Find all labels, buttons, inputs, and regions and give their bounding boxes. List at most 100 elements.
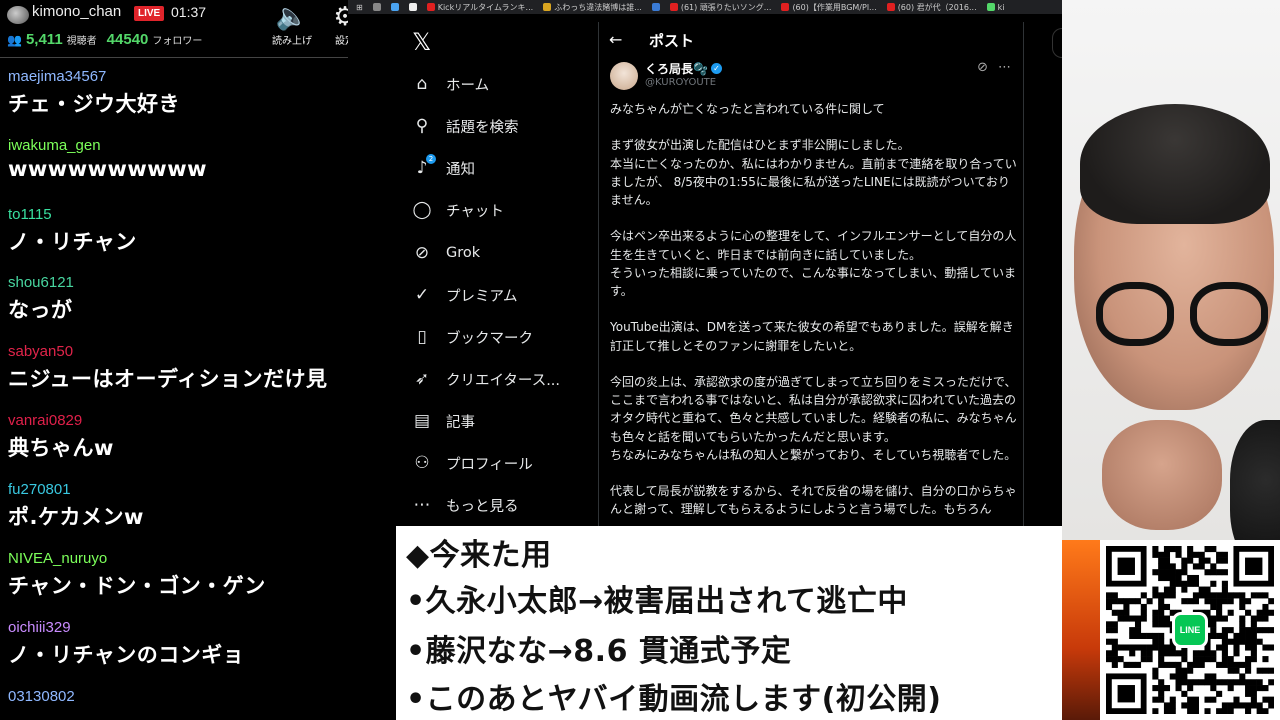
chat-text [8,708,348,720]
chat-username: maejima34567 [8,68,107,85]
gear-icon: ⚙ [333,2,348,32]
bookmark-item[interactable] [408,3,417,11]
creator-icon: ➶ [414,369,430,389]
bookmarks-bar: ⊞ Kickリアルタイムランキ... ふわっち違法賭博は誰... (61) 頑張… [348,0,1062,14]
chat-text: wwwwwwwwww [8,157,208,181]
line-logo-icon: LINE [1172,612,1208,648]
chat-username: iwakuma_gen [8,137,101,154]
chat-text: 典ちゃんw [8,436,114,460]
nav-articles[interactable]: ▤ 記事 [412,406,475,436]
chat-message: fu270801 ポ.ケカメンw [8,481,348,531]
nav-more[interactable]: ⋯ もっと見る [412,490,519,520]
right-column-search[interactable] [1052,28,1062,58]
read-aloud-button[interactable]: 🔈 読み上げ [272,2,312,47]
chat-text: なっが [8,298,73,322]
bookmark-item[interactable]: ふわっち違法賭博は誰... [543,2,642,13]
bookmark-item[interactable]: (61) 頑張りたいソング... [669,2,771,13]
chat-text: ポ.ケカメンw [8,505,144,529]
x-logo-icon[interactable]: 𝕏 [412,28,431,56]
bookmark-item[interactable] [372,3,381,11]
nav-creator-studio[interactable]: ➶ クリエイタース... [412,364,560,394]
post-paragraph: 代表して局長が説教をするから、それで反省の場を儲け、自分の口からちゃんと謝って、… [610,484,1017,517]
nav-chat[interactable]: ◯ チャット [412,195,503,225]
overlay-item: •久永小太郎→被害届出されて逃亡中 [406,584,908,619]
nav-explore[interactable]: ⚲ 話題を検索 [412,111,519,141]
chat-text: チャン・ドン・ゴン・ゲン [8,574,266,598]
back-arrow-icon[interactable]: ← [609,30,622,49]
overlay-heading: ◆今来た用 [406,538,552,573]
streamer-avatar [7,6,29,24]
streamer-name: kimono_chan [32,3,122,20]
chat-message: NIVEA_nuruyo チャン・ドン・ゴン・ゲン [8,550,348,600]
post-paragraph: YouTube出演は、DMを送って来た彼女の希望でもありました。誤解を解き訂正し… [610,320,1014,353]
viewer-label: 視聴者 [66,36,97,47]
chat-username: to1115 [8,206,52,223]
author-name[interactable]: くろ局長🫧 ✓ [645,60,722,77]
author-avatar[interactable] [610,62,638,90]
overlay-item: •このあとヤバイ動画流します(初公開) [406,682,942,717]
chat-icon: ◯ [412,200,432,220]
stream-stats: 👥 5,411 視聴者 44540 フォロワー [7,31,208,48]
post-paragraph: 今はペン卒出来るように心の整理をして、インフルエンサーとして自分の人生を生きてい… [610,229,1017,298]
more-options-icon[interactable]: ⋯ [998,60,1011,75]
chat-text: チェ・ジウ大好き [8,92,180,116]
chat-username: NIVEA_nuruyo [8,550,108,567]
apps-grid-icon[interactable]: ⊞ [356,3,363,12]
chat-message: oichiii329 ノ・リチャンのコンギョ [8,619,348,669]
chat-text: ノ・リチャンのコンギョ [8,643,245,667]
home-icon: ⌂ [416,74,428,94]
chat-message: vanrai0829 典ちゃんw [8,412,348,462]
follower-label: フォロワー [152,36,203,47]
grok-icon: ⊘ [414,243,430,263]
settings-button[interactable]: ⚙ 設定 [330,2,348,47]
profile-icon: ⚇ [414,453,430,473]
glasses-right [1190,282,1268,346]
post-header-title: ポスト [649,32,695,50]
chat-message: maejima34567 チェ・ジウ大好き [8,68,348,118]
bell-icon: ♪ 2 [412,154,436,178]
glasses-left [1096,282,1174,346]
nav-bookmarks[interactable]: ▯ ブックマーク [412,322,533,352]
chat-username: vanrai0829 [8,412,83,429]
nav-profile[interactable]: ⚇ プロフィール [412,448,532,478]
header-divider [0,57,348,58]
chat-message: shou6121 なっが [8,274,348,324]
bookmark-item[interactable]: (60)【作業用BGM/Pl... [781,2,877,13]
search-icon: ⚲ [415,116,429,136]
notification-badge: 2 [426,154,436,164]
bookmark-item[interactable]: Kickリアルタイムランキ... [426,2,533,13]
bookmark-icon: ▯ [417,327,427,347]
viewer-count: 5,411 [25,31,63,48]
stream-time: 01:37 [171,4,207,20]
post-detail: ← ポスト くろ局長🫧 ✓ @KUROYOUTE ⊘ ⋯ みなちゃんが亡くなった… [598,22,1024,542]
live-badge: LIVE [134,6,165,21]
nav-grok[interactable]: ⊘ Grok [412,238,480,268]
post-body: みなちゃんが亡くなったと言われている件に関して まず彼女が出演した配信はひとまず… [610,100,1020,537]
post-actions: ⊘ ⋯ [977,60,1011,75]
bookmark-item[interactable] [390,3,399,11]
chat-header: kimono_chan LIVE 01:37 👥 5,411 視聴者 44540… [0,0,348,58]
chat-message: sabyan50 ニジューはオーディションだけ見 [8,343,348,393]
bookmark-item[interactable]: (60) 君が代（2016... [886,2,977,13]
chat-username: 03130802 [8,688,75,705]
chat-message: 03130802 [8,688,348,720]
nav-premium[interactable]: ✓ プレミアム [412,280,518,310]
chat-username: oichiii329 [8,619,71,636]
follower-count: 44540 [106,31,149,48]
speaker-icon: 🔈 [275,2,309,32]
nav-home[interactable]: ⌂ ホーム [412,69,489,99]
grok-explain-icon[interactable]: ⊘ [977,60,988,75]
chat-text: ニジューはオーディションだけ見 [8,367,328,391]
author-handle[interactable]: @KUROYOUTE [645,77,716,88]
bookmark-item[interactable] [651,3,660,11]
bookmark-item[interactable]: ki [986,3,1005,12]
premium-icon: ✓ [414,285,430,305]
line-qr-code: LINE [1100,540,1280,720]
chat-username: sabyan50 [8,343,74,360]
chat-username: shou6121 [8,274,74,291]
verified-icon: ✓ [710,63,722,74]
article-icon: ▤ [413,411,431,431]
nav-notifications[interactable]: ♪ 2 通知 [412,153,475,183]
chat-message: iwakuma_gen wwwwwwwwww [8,137,348,187]
stream-overlay-card: ◆今来た用 •久永小太郎→被害届出されて逃亡中 •藤沢なな→8.6 貫通式予定 … [396,526,1074,720]
